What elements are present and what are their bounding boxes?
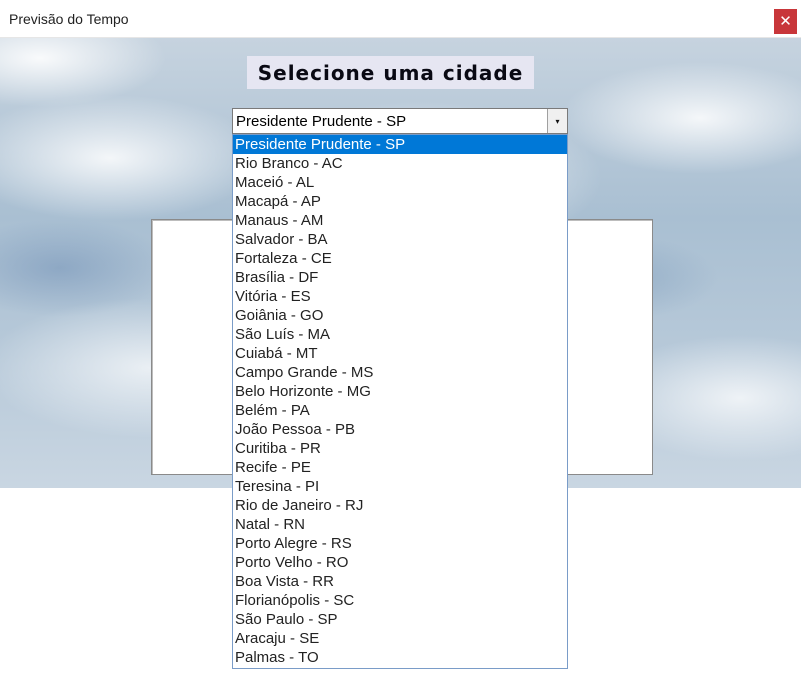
city-option[interactable]: Natal - RN (233, 515, 567, 534)
city-option[interactable]: Porto Alegre - RS (233, 534, 567, 553)
city-select-value: Presidente Prudente - SP (236, 113, 407, 130)
city-select[interactable]: Presidente Prudente - SP ▾ (232, 108, 568, 134)
city-option[interactable]: Maceió - AL (233, 173, 567, 192)
city-option[interactable]: Brasília - DF (233, 268, 567, 287)
page-heading: Selecione uma cidade (247, 56, 534, 89)
close-icon: ✕ (779, 12, 792, 30)
heading-text: Selecione uma cidade (257, 60, 524, 85)
city-option[interactable]: Macapá - AP (233, 192, 567, 211)
city-option[interactable]: Salvador - BA (233, 230, 567, 249)
chevron-down-icon[interactable]: ▾ (547, 109, 567, 133)
city-option[interactable]: Teresina - PI (233, 477, 567, 496)
window-title: Previsão do Tempo (9, 11, 129, 27)
city-option[interactable]: Fortaleza - CE (233, 249, 567, 268)
city-option[interactable]: Vitória - ES (233, 287, 567, 306)
city-option[interactable]: Goiânia - GO (233, 306, 567, 325)
city-option[interactable]: Belém - PA (233, 401, 567, 420)
city-option[interactable]: Presidente Prudente - SP (233, 135, 567, 154)
city-option[interactable]: Manaus - AM (233, 211, 567, 230)
city-option[interactable]: São Luís - MA (233, 325, 567, 344)
city-option[interactable]: Curitiba - PR (233, 439, 567, 458)
city-dropdown-list[interactable]: Presidente Prudente - SP Rio Branco - AC M… (232, 134, 568, 669)
city-option[interactable]: João Pessoa - PB (233, 420, 567, 439)
city-option[interactable]: Aracaju - SE (233, 629, 567, 648)
city-option[interactable]: São Paulo - SP (233, 610, 567, 629)
city-option[interactable]: Porto Velho - RO (233, 553, 567, 572)
city-option[interactable]: Recife - PE (233, 458, 567, 477)
city-option[interactable]: Rio Branco - AC (233, 154, 567, 173)
title-bar: Previsão do Tempo ✕ (0, 0, 801, 38)
close-button[interactable]: ✕ (774, 9, 797, 34)
city-option[interactable]: Florianópolis - SC (233, 591, 567, 610)
city-option[interactable]: Rio de Janeiro - RJ (233, 496, 567, 515)
city-option[interactable]: Cuiabá - MT (233, 344, 567, 363)
city-option[interactable]: Boa Vista - RR (233, 572, 567, 591)
city-option[interactable]: Palmas - TO (233, 648, 567, 667)
city-option[interactable]: Belo Horizonte - MG (233, 382, 567, 401)
city-option[interactable]: Campo Grande - MS (233, 363, 567, 382)
